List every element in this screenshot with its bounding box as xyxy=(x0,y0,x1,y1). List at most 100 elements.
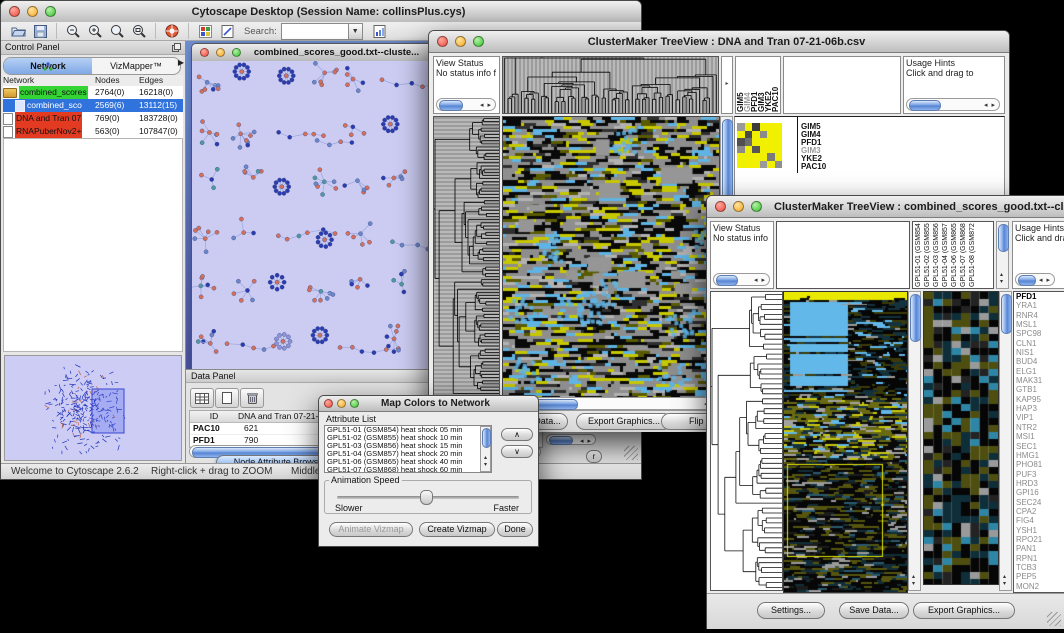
tv1-column-dendrogram[interactable] xyxy=(502,56,719,114)
zoom-button[interactable] xyxy=(473,36,484,47)
partially-hidden-button[interactable]: r xyxy=(586,450,602,463)
gene-label: CLN1 xyxy=(1016,339,1064,348)
done-button[interactable]: Done xyxy=(497,522,533,537)
network-row[interactable]: RNAPuberNov2+563(0)107847(0) xyxy=(3,125,183,138)
zoom-button[interactable] xyxy=(45,6,56,17)
attribute-list-scrollbar[interactable] xyxy=(480,426,491,472)
attribute-table-icon[interactable] xyxy=(190,388,214,408)
create-vizmap-button[interactable]: Create Vizmap xyxy=(419,522,495,537)
export-graphics--button[interactable]: Export Graphics... xyxy=(576,413,672,430)
close-button[interactable] xyxy=(9,6,20,17)
network-view-window-1[interactable]: combined_scores_good.txt--cluste... xyxy=(191,43,433,371)
settings--button[interactable]: Settings... xyxy=(757,602,825,619)
network-row[interactable]: DNA and Tran 07769(0)183728(0) xyxy=(3,112,183,125)
minimize-button[interactable] xyxy=(733,201,744,212)
search-input[interactable] xyxy=(281,23,349,40)
zoom-fit-button[interactable] xyxy=(128,22,150,40)
tab-network[interactable]: Network xyxy=(4,58,92,74)
scrollbar-thumb[interactable] xyxy=(482,428,491,448)
tab-vizmapper[interactable]: VizMapper™ xyxy=(92,58,180,74)
resize-grip[interactable] xyxy=(624,446,638,460)
annotation-button[interactable] xyxy=(216,22,238,40)
move-up-button[interactable]: ∧ xyxy=(501,428,533,441)
close-button[interactable] xyxy=(324,399,333,408)
minimize-button[interactable] xyxy=(337,399,346,408)
usage-hints-title: Usage Hints xyxy=(904,57,1004,68)
usage-hints-scrollbar[interactable] xyxy=(906,98,1000,111)
tv2-row-dendrogram[interactable] xyxy=(710,291,783,591)
tab-overflow-icon[interactable]: ▶ xyxy=(178,58,184,67)
network-row[interactable]: combined_sco2569(6)13112(15) xyxy=(3,99,183,112)
minimize-button[interactable] xyxy=(27,6,38,17)
zoom-in-button[interactable] xyxy=(84,22,106,40)
tv1-row-dendrogram[interactable] xyxy=(433,116,500,396)
gene-label: RNR4 xyxy=(1016,311,1064,320)
column-header[interactable]: Network xyxy=(3,75,95,86)
column-header[interactable]: Edges xyxy=(139,75,183,86)
id-column-header[interactable]: ID xyxy=(190,411,238,422)
scrollbar-thumb[interactable] xyxy=(910,294,921,342)
move-down-button[interactable]: ∨ xyxy=(501,445,533,458)
float-panel-icon[interactable] xyxy=(172,43,181,52)
network-list-area[interactable] xyxy=(3,138,183,352)
usage-hints-scrollbar[interactable] xyxy=(1015,273,1055,286)
child1-titlebar[interactable]: combined_scores_good.txt--cluste... xyxy=(192,44,432,62)
zoom-button[interactable] xyxy=(751,201,762,212)
tv1-heatmap[interactable] xyxy=(502,116,720,398)
open-file-button[interactable] xyxy=(7,22,29,40)
gene-label: MON2 xyxy=(1016,582,1064,591)
save-session-button[interactable] xyxy=(29,22,51,40)
scrollbar-thumb[interactable] xyxy=(549,436,573,445)
zoom-out-button[interactable] xyxy=(62,22,84,40)
main-titlebar[interactable]: Cytoscape Desktop (Session Name: collins… xyxy=(1,1,641,23)
tv1-splitter[interactable] xyxy=(721,56,733,114)
vizmap-button[interactable] xyxy=(194,22,216,40)
minimize-button[interactable] xyxy=(216,48,225,57)
minimize-button[interactable] xyxy=(455,36,466,47)
tv2-vscrollbar[interactable] xyxy=(908,291,921,591)
tv1-zoom-heatmap[interactable] xyxy=(737,123,782,168)
help-lifering-icon[interactable] xyxy=(161,22,183,40)
scrollbar-thumb[interactable] xyxy=(1018,275,1036,286)
hidden-panel-hscrollbar[interactable] xyxy=(546,434,596,445)
network-overview-thumbnail[interactable] xyxy=(4,355,182,461)
scrollbar-thumb[interactable] xyxy=(909,100,941,111)
zoom-selected-button[interactable] xyxy=(106,22,128,40)
save-data--button[interactable]: Save Data... xyxy=(839,602,909,619)
scrollbar-thumb[interactable] xyxy=(998,224,1009,252)
report-button[interactable] xyxy=(369,22,391,40)
heatmap-cell xyxy=(737,123,745,131)
network-canvas-1[interactable] xyxy=(192,61,432,370)
tv2-zoom-vscrollbar[interactable] xyxy=(999,291,1012,591)
column-label: GPL51-04 (GSM857) xyxy=(941,223,950,287)
export-graphics--button[interactable]: Export Graphics... xyxy=(913,602,1015,619)
delete-attribute-trash-icon[interactable] xyxy=(240,388,264,408)
attribute-list[interactable]: GPL51-01 (GSM854) heat shock 05 minGPL51… xyxy=(324,425,492,473)
scrollbar-thumb[interactable] xyxy=(716,275,738,286)
dialog-titlebar[interactable]: Map Colors to Network xyxy=(319,396,538,412)
tv2-heatmap[interactable] xyxy=(783,291,908,593)
view-status-scrollbar[interactable] xyxy=(436,98,496,111)
zoom-button[interactable] xyxy=(232,48,241,57)
zoom-button[interactable] xyxy=(350,399,359,408)
faster-label: Faster xyxy=(493,503,519,513)
tv2-top-vscrollbar[interactable] xyxy=(996,221,1009,289)
network-row[interactable]: combined_scores2764(0)16218(0) xyxy=(3,86,183,99)
close-button[interactable] xyxy=(715,201,726,212)
attribute-list-item[interactable]: GPL51-07 (GSM868) heat shock 60 min xyxy=(327,466,491,473)
close-button[interactable] xyxy=(437,36,448,47)
animate-vizmap-button[interactable]: Animate Vizmap xyxy=(329,522,413,537)
close-button[interactable] xyxy=(200,48,209,57)
tv1-titlebar[interactable]: ClusterMaker TreeView : DNA and Tran 07-… xyxy=(429,31,1009,53)
column-header[interactable]: Nodes xyxy=(95,75,139,86)
tv2-zoom-heatmap[interactable] xyxy=(923,291,999,585)
search-dropdown-icon[interactable]: ▼ xyxy=(349,23,363,40)
speed-slider-thumb[interactable] xyxy=(420,490,433,505)
scrollbar-thumb[interactable] xyxy=(439,100,463,111)
scrollbar-thumb[interactable] xyxy=(1001,294,1012,334)
view-status-scrollbar[interactable] xyxy=(713,273,770,286)
tv2-titlebar[interactable]: ClusterMaker TreeView : combined_scores_… xyxy=(707,196,1064,218)
new-attribute-icon[interactable] xyxy=(215,388,239,408)
tv2-column-dendrogram[interactable] xyxy=(776,221,910,289)
resize-grip[interactable] xyxy=(1047,612,1061,626)
